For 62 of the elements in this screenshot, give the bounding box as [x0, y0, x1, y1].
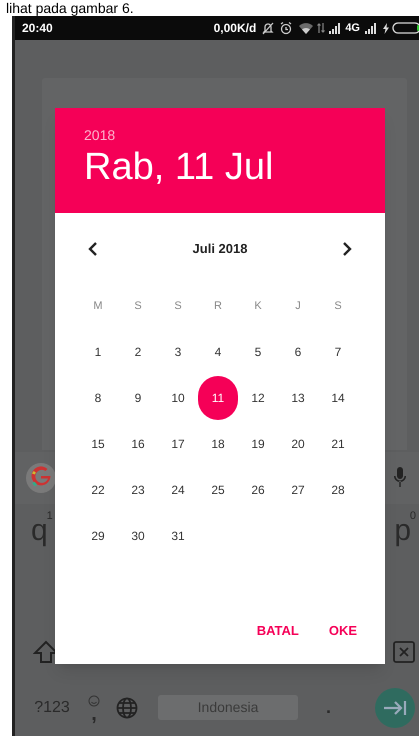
- day-cell[interactable]: 13: [284, 384, 312, 412]
- weekday-label: R: [214, 298, 222, 314]
- day-cell[interactable]: 7: [324, 338, 352, 366]
- enter-key[interactable]: [375, 688, 415, 728]
- day-cell[interactable]: 27: [284, 476, 312, 504]
- day-cell[interactable]: 6: [284, 338, 312, 366]
- network-type: 4G: [345, 20, 360, 36]
- charging-bolt-icon: [383, 22, 389, 34]
- day-cell[interactable]: 19: [244, 430, 272, 458]
- day-cell[interactable]: 3: [164, 338, 192, 366]
- weekday-label: J: [295, 298, 301, 314]
- data-arrows-icon: [317, 22, 326, 34]
- selected-date[interactable]: Rab, 11 Jul: [84, 145, 274, 189]
- day-cell[interactable]: 31: [164, 522, 192, 550]
- day-cell[interactable]: 30: [124, 522, 152, 550]
- day-cell[interactable]: 16: [124, 430, 152, 458]
- day-cell[interactable]: 9: [124, 384, 152, 412]
- day-cell[interactable]: 29: [84, 522, 112, 550]
- wifi-icon: [298, 22, 314, 34]
- weekday-label: M: [93, 298, 103, 314]
- microphone-icon: [393, 466, 407, 490]
- day-cell[interactable]: 26: [244, 476, 272, 504]
- backspace-icon[interactable]: [393, 640, 415, 662]
- tab-arrow-icon: [383, 698, 407, 716]
- weekday-label: K: [254, 298, 262, 314]
- day-cell[interactable]: 25: [204, 476, 232, 504]
- day-cell[interactable]: 23: [124, 476, 152, 504]
- day-cell[interactable]: 28: [324, 476, 352, 504]
- status-time: 20:40: [22, 20, 53, 37]
- day-cell[interactable]: 20: [284, 430, 312, 458]
- day-cell[interactable]: 15: [84, 430, 112, 458]
- caption-text: lihat pada gambar 6.: [6, 0, 134, 16]
- dialog-button[interactable]: BATAL: [250, 616, 305, 644]
- day-cell[interactable]: 12: [244, 384, 272, 412]
- day-cell[interactable]: 17: [164, 430, 192, 458]
- day-cell[interactable]: 14: [324, 384, 352, 412]
- month-label: Juli 2018: [192, 240, 248, 258]
- day-cell[interactable]: 11: [198, 376, 238, 420]
- day-cell[interactable]: 21: [324, 430, 352, 458]
- day-cell[interactable]: 8: [84, 384, 112, 412]
- network-speed: 0,00K/d: [214, 20, 256, 37]
- globe-icon[interactable]: [116, 696, 138, 718]
- signal-icon: [365, 22, 379, 34]
- day-cell[interactable]: 24: [164, 476, 192, 504]
- muted-bell-icon: [261, 21, 276, 35]
- chevron-left-icon[interactable]: [88, 241, 98, 257]
- google-logo-icon: [25, 462, 57, 494]
- weekday-label: S: [134, 298, 142, 314]
- day-cell[interactable]: 2: [124, 338, 152, 366]
- battery-icon: [392, 22, 419, 34]
- alarm-icon: [279, 21, 294, 35]
- weekday-label: S: [334, 298, 342, 314]
- day-cell[interactable]: 10: [164, 384, 192, 412]
- chevron-right-icon[interactable]: [342, 241, 352, 257]
- dialog-button[interactable]: OKE: [322, 616, 363, 644]
- weekday-label: S: [174, 298, 182, 314]
- smiley-icon: [88, 694, 100, 706]
- day-cell[interactable]: 5: [244, 338, 272, 366]
- day-cell[interactable]: 22: [84, 476, 112, 504]
- day-cell[interactable]: 4: [204, 338, 232, 366]
- day-cell[interactable]: 1: [84, 338, 112, 366]
- day-cell[interactable]: 18: [204, 430, 232, 458]
